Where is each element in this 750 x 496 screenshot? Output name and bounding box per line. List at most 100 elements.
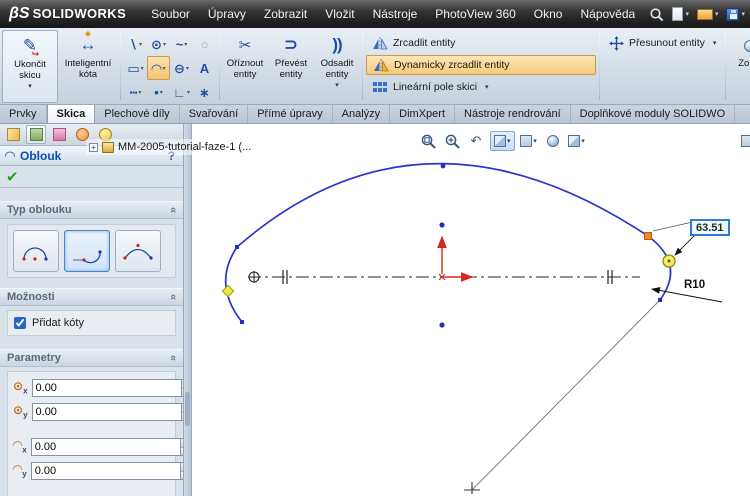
- move-entities-button[interactable]: Přesunout entity ▾: [603, 33, 722, 53]
- menu-vlozit[interactable]: Vložit: [316, 3, 363, 25]
- save-button[interactable]: ▾: [726, 7, 745, 21]
- menu-photoview[interactable]: PhotoView 360: [426, 3, 525, 25]
- previous-view-button[interactable]: ↶: [466, 131, 486, 151]
- coincident-symbol[interactable]: [248, 271, 260, 283]
- new-document-button[interactable]: ▾: [672, 7, 689, 21]
- linear-sketch-pattern-button[interactable]: Lineární pole skici ▾: [366, 77, 596, 97]
- ribbon-separator: [725, 33, 727, 100]
- exit-arrow-icon: ↪: [31, 49, 40, 60]
- center-y-input[interactable]: [32, 404, 181, 420]
- propertymanager-tab[interactable]: [26, 125, 46, 144]
- hide-items-button[interactable]: [737, 131, 750, 151]
- tool-line-button[interactable]: ∖ ▾: [124, 32, 147, 56]
- center-x-input[interactable]: [32, 380, 181, 396]
- trim-label-2: entity: [233, 69, 257, 81]
- tab-plechove-dily[interactable]: Plechové díly: [95, 105, 180, 123]
- tree-root-label[interactable]: MM-2005-tutorial-faze-1 (...: [118, 141, 251, 153]
- section-header-arc-type[interactable]: Typ oblouku «: [0, 201, 183, 219]
- tool-text-button[interactable]: A: [193, 56, 216, 80]
- arc-apex-point[interactable]: [440, 163, 446, 169]
- tangent-arc-icon: [73, 250, 102, 264]
- tab-dimxpert[interactable]: DimXpert: [390, 105, 456, 123]
- appearances-button[interactable]: [543, 131, 563, 151]
- open-document-button[interactable]: ▾: [696, 8, 718, 20]
- tool-arc-button[interactable]: ◠ ▾: [147, 56, 170, 80]
- section-header-parameters[interactable]: Parametry «: [0, 349, 183, 367]
- graphics-area[interactable]: ↶ ▾ ▾ ▾ 63.51 R10: [192, 124, 750, 496]
- main-arc-entity[interactable]: [236, 162, 649, 248]
- tool-rectangle-button[interactable]: ▭ ▾: [124, 56, 147, 80]
- left-cap-arc-entity[interactable]: [224, 246, 243, 323]
- dynamic-mirror-button[interactable]: Dynamicky zrcadlit entity: [366, 55, 596, 75]
- diagonal-line-entity[interactable]: [464, 299, 661, 494]
- menu-soubor[interactable]: Soubor: [142, 3, 199, 25]
- section-header-options[interactable]: Možnosti «: [0, 288, 183, 306]
- smart-dimension-button[interactable]: ↔ ◆ Inteligentní kóta: [58, 29, 118, 103]
- horizontal-centerline[interactable]: [248, 270, 640, 284]
- tool-fillet-button[interactable]: ∟ ▾: [170, 80, 193, 104]
- tool-ellipse-button[interactable]: ○: [193, 32, 216, 56]
- zoom-fit-button[interactable]: [418, 131, 438, 151]
- tab-nastroje-rendrovani[interactable]: Nástroje rendrování: [455, 105, 571, 123]
- menu-napoveda[interactable]: Nápověda: [571, 3, 644, 25]
- convert-entities-button[interactable]: ⊃ Převést entity: [268, 30, 314, 103]
- view-orientation-button[interactable]: ▾: [490, 131, 515, 151]
- menu-nastroje[interactable]: Nástroje: [364, 3, 427, 25]
- featuremanager-tab[interactable]: [3, 125, 23, 144]
- param-row-center-x: ⊙x ▴▾: [13, 378, 183, 398]
- zoom-area-button[interactable]: [442, 131, 462, 151]
- tree-expand-icon[interactable]: +: [89, 142, 98, 152]
- feature-tree-flyout[interactable]: + MM-2005-tutorial-faze-1 (...: [86, 139, 255, 155]
- ok-checkmark-button[interactable]: ✔: [6, 168, 19, 186]
- panel-splitter[interactable]: [184, 124, 192, 496]
- dimension-value-box[interactable]: 63.51: [690, 219, 730, 236]
- dropdown-arrow-icon: ▾: [140, 65, 144, 72]
- search-button[interactable]: [649, 7, 664, 22]
- endpoint-marker[interactable]: [658, 298, 662, 302]
- tab-skica[interactable]: Skica: [46, 105, 96, 123]
- configurationmanager-icon: [52, 128, 66, 141]
- param-row-start-y: ◠y ▴▾: [13, 461, 183, 481]
- tool-centerline-button[interactable]: ┅ ▾: [124, 80, 147, 104]
- tool-point-button[interactable]: • ▾: [147, 80, 170, 104]
- tab-svarovani[interactable]: Svařování: [180, 105, 249, 123]
- endpoint-marker[interactable]: [235, 245, 239, 249]
- selected-point-marker[interactable]: [221, 284, 235, 298]
- arc-junction-point[interactable]: [644, 232, 652, 240]
- trim-entities-button[interactable]: ✂ Oříznout entity: [222, 30, 268, 103]
- tab-prime-upravy[interactable]: Přímé úpravy: [248, 105, 333, 123]
- tab-doplnkove-moduly[interactable]: Doplňkové moduly SOLIDWO: [571, 105, 736, 123]
- dropdown-arrow-icon: ▾: [741, 11, 745, 18]
- sketch-origin[interactable]: [437, 235, 474, 282]
- offset-entities-button[interactable]: )) Odsadit entity ▾: [314, 30, 360, 103]
- start-y-input[interactable]: [31, 463, 180, 479]
- menu-okno[interactable]: Okno: [525, 3, 572, 25]
- exit-sketch-button[interactable]: ✎ ↪ Ukončit skicu ▾: [2, 30, 58, 103]
- splitter-grip[interactable]: [185, 392, 190, 426]
- tab-analyzy[interactable]: Analýzy: [333, 105, 391, 123]
- display-style-button[interactable]: ▾: [519, 131, 539, 151]
- mirror-entities-button[interactable]: Zrcadlit entity: [366, 33, 596, 53]
- add-dimensions-checkbox[interactable]: [14, 317, 26, 329]
- configurationmanager-tab[interactable]: [49, 125, 69, 144]
- display-overflow-button[interactable]: Zob...: [728, 30, 750, 103]
- ribbon-separator: [120, 33, 121, 100]
- arc-type-tangent-button[interactable]: [64, 230, 110, 272]
- vertical-point-lower[interactable]: [439, 322, 445, 328]
- vertical-point-upper[interactable]: [439, 222, 445, 228]
- arc-type-3point-button[interactable]: [115, 230, 161, 272]
- radius-label[interactable]: R10: [684, 279, 705, 291]
- dynamic-mirror-label: Dynamicky zrcadlit entity: [394, 59, 510, 71]
- menu-zobrazit[interactable]: Zobrazit: [255, 3, 316, 25]
- tool-pattern-button[interactable]: ∗: [193, 80, 216, 104]
- scene-button[interactable]: ▾: [567, 131, 587, 151]
- sketch-points[interactable]: [221, 163, 676, 328]
- tool-spline-button[interactable]: ~ ▾: [170, 32, 193, 56]
- menu-upravy[interactable]: Úpravy: [199, 3, 255, 25]
- tab-prvky[interactable]: Prvky: [0, 105, 47, 123]
- tool-circle-button[interactable]: ⊙ ▾: [147, 32, 170, 56]
- start-x-input[interactable]: [31, 439, 180, 455]
- arc-type-centerpoint-button[interactable]: [13, 230, 59, 272]
- tool-slot-button[interactable]: ⊖ ▾: [170, 56, 193, 80]
- endpoint-marker[interactable]: [240, 320, 244, 324]
